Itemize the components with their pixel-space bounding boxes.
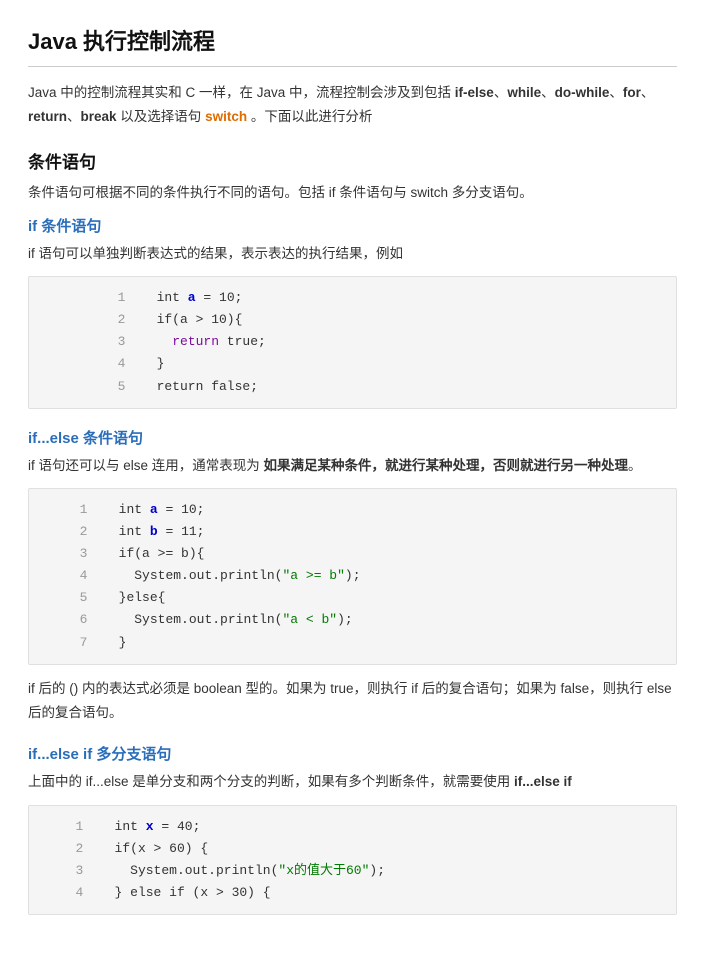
code-block-if: 1 int a = 10; 2 if(a > 10){ 3 return tru… (28, 276, 677, 408)
kw-return: return (172, 334, 219, 349)
code-row: 1 int a = 10; (41, 287, 664, 309)
page-title: Java 执行控制流程 (28, 24, 677, 56)
bold-if-else-if: if...else if (514, 774, 572, 789)
str-literal: "a < b" (282, 612, 337, 627)
code-line: return false; (125, 376, 664, 398)
desc-if: if 语句可以单独判断表达式的结果，表示表达的执行结果，例如 (28, 242, 677, 266)
code-line: if(a >= b){ (87, 543, 664, 565)
var-a: a (150, 502, 158, 517)
section-conditional: 条件语句 条件语句可根据不同的条件执行不同的语句。包括 if 条件语句与 swi… (28, 148, 677, 915)
line-num: 4 (41, 882, 83, 904)
line-num: 2 (41, 521, 87, 543)
subsection-if-else: if...else 条件语句 if 语句还可以与 else 连用，通常表现为 如… (28, 427, 677, 726)
line-num: 5 (41, 587, 87, 609)
heading-conditional: 条件语句 (28, 148, 677, 173)
line-num: 6 (41, 609, 87, 631)
code-row: 2 int b = 11; (41, 521, 664, 543)
code-block-if-else: 1 int a = 10; 2 int b = 11; 3 if(a >= b)… (28, 488, 677, 665)
line-num: 2 (41, 309, 125, 331)
desc-if-else: if 语句还可以与 else 连用，通常表现为 如果满足某种条件，就进行某种处理… (28, 454, 677, 478)
code-line: int x = 40; (83, 816, 664, 838)
line-num: 3 (41, 860, 83, 882)
kw-switch: switch (205, 109, 247, 124)
code-line: if(a > 10){ (125, 309, 664, 331)
subsection-if: if 条件语句 if 语句可以单独判断表达式的结果，表示表达的执行结果，例如 1… (28, 215, 677, 409)
code-row: 2 if(a > 10){ (41, 309, 664, 331)
heading-if-else-if: if...else if 多分支语句 (28, 743, 677, 764)
line-num: 5 (41, 376, 125, 398)
code-block-if-else-if: 1 int x = 40; 2 if(x > 60) { 3 System.ou… (28, 805, 677, 915)
code-row: 1 int x = 40; (41, 816, 664, 838)
line-num: 7 (41, 632, 87, 654)
var-x: x (146, 819, 154, 834)
desc-if-else-if: 上面中的 if...else 是单分支和两个分支的判断，如果有多个判断条件，就需… (28, 770, 677, 794)
code-line: int b = 11; (87, 521, 664, 543)
line-num: 2 (41, 838, 83, 860)
var-b: b (150, 524, 158, 539)
code-table-if-else: 1 int a = 10; 2 int b = 11; 3 if(a >= b)… (41, 499, 664, 654)
desc-conditional: 条件语句可根据不同的条件执行不同的语句。包括 if 条件语句与 switch 多… (28, 181, 677, 205)
code-table-if-else-if: 1 int x = 40; 2 if(x > 60) { 3 System.ou… (41, 816, 664, 904)
bold-text: 如果满足某种条件，就进行某种处理，否则就进行另一种处理 (264, 458, 629, 473)
code-line: int a = 10; (87, 499, 664, 521)
line-num: 3 (41, 543, 87, 565)
code-row: 4 System.out.println("a >= b"); (41, 565, 664, 587)
code-line: }else{ (87, 587, 664, 609)
code-row: 5 return false; (41, 376, 664, 398)
code-line: return true; (125, 331, 664, 353)
line-num: 1 (41, 287, 125, 309)
code-line: System.out.println("a < b"); (87, 609, 664, 631)
code-row: 2 if(x > 60) { (41, 838, 664, 860)
code-row: 7 } (41, 632, 664, 654)
code-line: } (125, 353, 664, 375)
subsection-if-else-if: if...else if 多分支语句 上面中的 if...else 是单分支和两… (28, 743, 677, 915)
line-num: 1 (41, 816, 83, 838)
code-row: 5 }else{ (41, 587, 664, 609)
code-line: if(x > 60) { (83, 838, 664, 860)
title-divider (28, 66, 677, 67)
kw-if-else: if-else (455, 85, 494, 100)
code-row: 1 int a = 10; (41, 499, 664, 521)
line-num: 4 (41, 353, 125, 375)
code-row: 3 System.out.println("x的值大于60"); (41, 860, 664, 882)
str-literal: "a >= b" (282, 568, 344, 583)
kw-for: for (623, 85, 641, 100)
var-a: a (188, 290, 196, 305)
intro-paragraph: Java 中的控制流程其实和 C 一样，在 Java 中，流程控制会涉及到包括 … (28, 81, 677, 130)
code-row: 6 System.out.println("a < b"); (41, 609, 664, 631)
line-num: 1 (41, 499, 87, 521)
str-literal: "x的值大于60" (278, 863, 369, 878)
kw-return: return (28, 109, 67, 124)
line-num: 4 (41, 565, 87, 587)
code-line: System.out.println("a >= b"); (87, 565, 664, 587)
code-table-if: 1 int a = 10; 2 if(a > 10){ 3 return tru… (41, 287, 664, 397)
bottom-text-if-else: if 后的 () 内的表达式必须是 boolean 型的。如果为 true，则执… (28, 677, 677, 726)
code-line: } (87, 632, 664, 654)
kw-break: break (81, 109, 117, 124)
code-row: 4 } (41, 353, 664, 375)
kw-while: while (507, 85, 541, 100)
code-line: int a = 10; (125, 287, 664, 309)
heading-if: if 条件语句 (28, 215, 677, 236)
code-row: 4 } else if (x > 30) { (41, 882, 664, 904)
code-line: System.out.println("x的值大于60"); (83, 860, 664, 882)
code-row: 3 return true; (41, 331, 664, 353)
code-row: 3 if(a >= b){ (41, 543, 664, 565)
heading-if-else: if...else 条件语句 (28, 427, 677, 448)
kw-do-while: do-while (555, 85, 610, 100)
line-num: 3 (41, 331, 125, 353)
code-line: } else if (x > 30) { (83, 882, 664, 904)
